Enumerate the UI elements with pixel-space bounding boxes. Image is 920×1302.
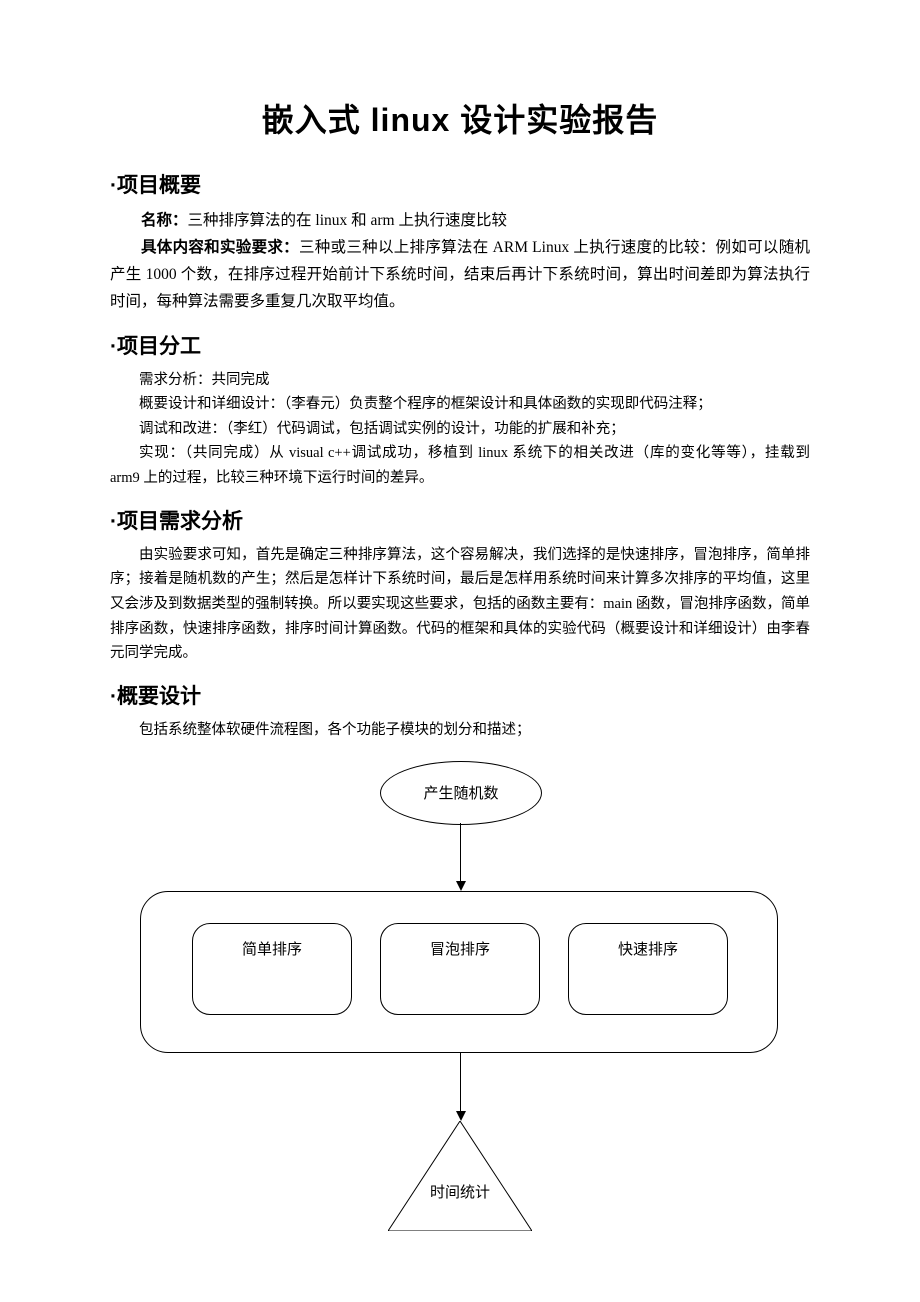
- section-division-heading: ·项目分工: [110, 330, 810, 360]
- section-requirements-heading: ·项目需求分析: [110, 505, 810, 535]
- flowchart-connector-1: [460, 823, 461, 881]
- flowchart-diagram: 产生随机数 简单排序 冒泡排序 快速排序 时间统计: [140, 761, 780, 1241]
- document-page: 嵌入式 linux 设计实验报告 ·项目概要 名称：三种排序算法的在 linux…: [0, 0, 920, 1281]
- division-line-3: 调试和改进：（李红）代码调试，包括调试实例的设计，功能的扩展和补充；: [110, 417, 810, 442]
- division-line-2: 概要设计和详细设计：（李春元）负责整个程序的框架设计和具体函数的实现即代码注释；: [110, 392, 810, 417]
- section-design-heading: ·概要设计: [110, 680, 810, 710]
- flowchart-node-random: 产生随机数: [380, 761, 542, 825]
- flowchart-node-time-stats: 时间统计: [388, 1121, 532, 1231]
- section-overview-heading: ·项目概要: [110, 169, 810, 199]
- flowchart-node-time-label: 时间统计: [388, 1181, 532, 1202]
- triangle-icon: [388, 1121, 532, 1231]
- overview-content-label: 具体内容和实验要求：: [141, 239, 299, 256]
- flowchart-node-simple-sort: 简单排序: [192, 923, 352, 1015]
- overview-content-line: 具体内容和实验要求：三种或三种以上排序算法在 ARM Linux 上执行速度的比…: [110, 234, 810, 315]
- flowchart-connector-2: [460, 1052, 461, 1111]
- design-text: 包括系统整体软硬件流程图，各个功能子模块的划分和描述；: [110, 718, 810, 743]
- flowchart-arrowhead-2: [456, 1111, 466, 1121]
- flowchart-node-bubble-sort: 冒泡排序: [380, 923, 540, 1015]
- requirements-text: 由实验要求可知，首先是确定三种排序算法，这个容易解决，我们选择的是快速排序，冒泡…: [110, 543, 810, 666]
- overview-name-line: 名称：三种排序算法的在 linux 和 arm 上执行速度比较: [110, 207, 810, 234]
- overview-name-text: 三种排序算法的在 linux 和 arm 上执行速度比较: [188, 212, 507, 229]
- overview-name-label: 名称：: [141, 212, 188, 229]
- flowchart-node-quick-sort: 快速排序: [568, 923, 728, 1015]
- flowchart-arrowhead-1: [456, 881, 466, 891]
- division-line-4: 实现：（共同完成）从 visual c++调试成功，移植到 linux 系统下的…: [110, 441, 810, 490]
- document-title: 嵌入式 linux 设计实验报告: [110, 95, 810, 141]
- division-line-1: 需求分析：共同完成: [110, 368, 810, 393]
